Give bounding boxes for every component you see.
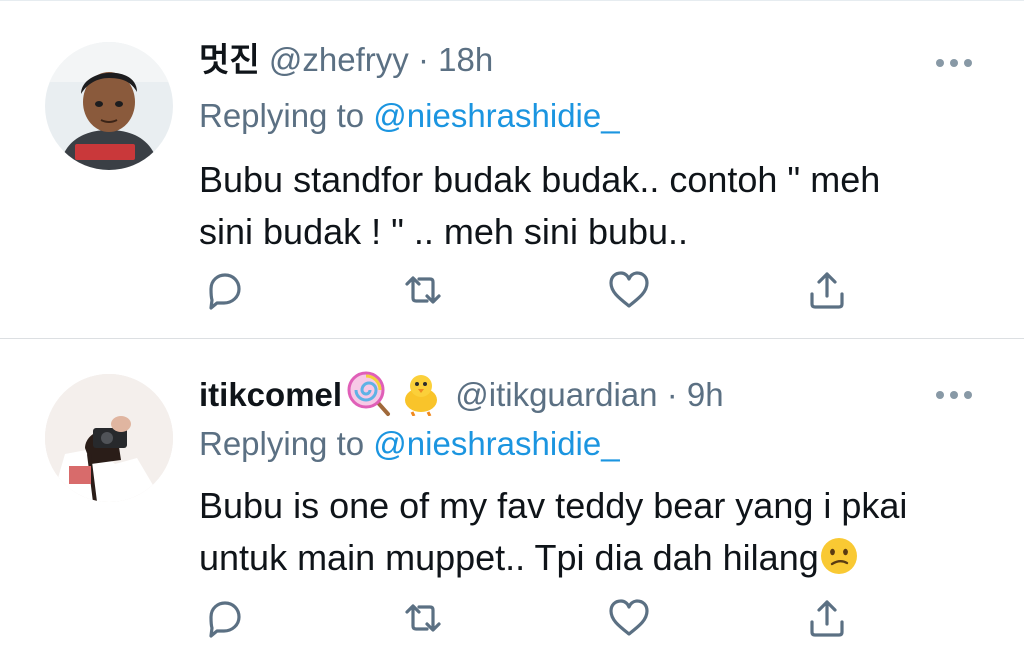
reply-prefix: Replying to [199, 425, 365, 462]
top-divider [0, 0, 1024, 7]
tweet-text-line: sini budak ! " .. meh sini bubu.. [199, 211, 689, 252]
action-bar [199, 266, 859, 314]
like-button[interactable] [605, 594, 653, 642]
timestamp[interactable]: 9h [687, 376, 724, 413]
separator-dot: · [417, 41, 429, 78]
retweet-button[interactable] [399, 266, 447, 314]
reply-prefix: Replying to [199, 97, 365, 134]
share-button[interactable] [803, 594, 851, 642]
tweet-text-line: Bubu standfor budak budak.. contoh " meh [199, 159, 881, 200]
retweet-icon [405, 604, 441, 632]
avatar[interactable] [45, 42, 173, 170]
lollipop-emoji [344, 368, 394, 427]
heart-icon [609, 271, 649, 308]
share-icon [810, 272, 844, 309]
action-bar [199, 594, 859, 642]
more-options-icon[interactable] [934, 56, 974, 68]
reply-button[interactable] [199, 594, 247, 642]
reply-icon [209, 601, 241, 638]
reply-mention-link[interactable]: @nieshrashidie_ [373, 97, 619, 134]
chick-emoji [398, 370, 444, 425]
share-button[interactable] [803, 266, 851, 314]
reply-button[interactable] [199, 266, 247, 314]
display-name[interactable]: 멋진 [199, 41, 260, 78]
replying-to: Replying to @nieshrashidie_ [199, 94, 620, 138]
timestamp[interactable]: 18h [438, 41, 493, 78]
reply-icon [209, 273, 241, 310]
reply-mention-link[interactable]: @nieshrashidie_ [373, 425, 619, 462]
separator-dot: · [666, 376, 678, 414]
avatar[interactable] [45, 374, 173, 502]
retweet-button[interactable] [399, 594, 447, 642]
confused-face-emoji [819, 536, 859, 590]
retweet-icon [405, 276, 441, 304]
tweet-text: Bubu standfor budak budak.. contoh " meh… [199, 154, 989, 258]
tweet-text-line: Bubu is one of my fav teddy bear yang i … [199, 485, 908, 526]
share-icon [810, 600, 844, 637]
tweet[interactable]: itikcomel @itikguardian · 9h Replying to… [0, 340, 1024, 659]
tweet-text-line-with-emoji: untuk main muppet.. Tpi dia dah hilang [199, 532, 989, 590]
handle[interactable]: @itikguardian [455, 376, 657, 413]
tweet-header: itikcomel @itikguardian · 9h [199, 368, 724, 417]
tweet-text: Bubu is one of my fav teddy bear yang i … [199, 480, 989, 590]
replying-to: Replying to @nieshrashidie_ [199, 422, 620, 466]
tweet[interactable]: 멋진 @zhefryy · 18h Replying to @nieshrash… [0, 8, 1024, 339]
tweet-text-line: untuk main muppet.. Tpi dia dah hilang [199, 537, 819, 578]
heart-icon [609, 599, 649, 636]
like-button[interactable] [605, 266, 653, 314]
display-name[interactable]: itikcomel [199, 376, 342, 413]
handle[interactable]: @zhefryy [269, 41, 409, 78]
more-options-icon[interactable] [934, 388, 974, 400]
tweet-header: 멋진 @zhefryy · 18h [199, 40, 493, 84]
